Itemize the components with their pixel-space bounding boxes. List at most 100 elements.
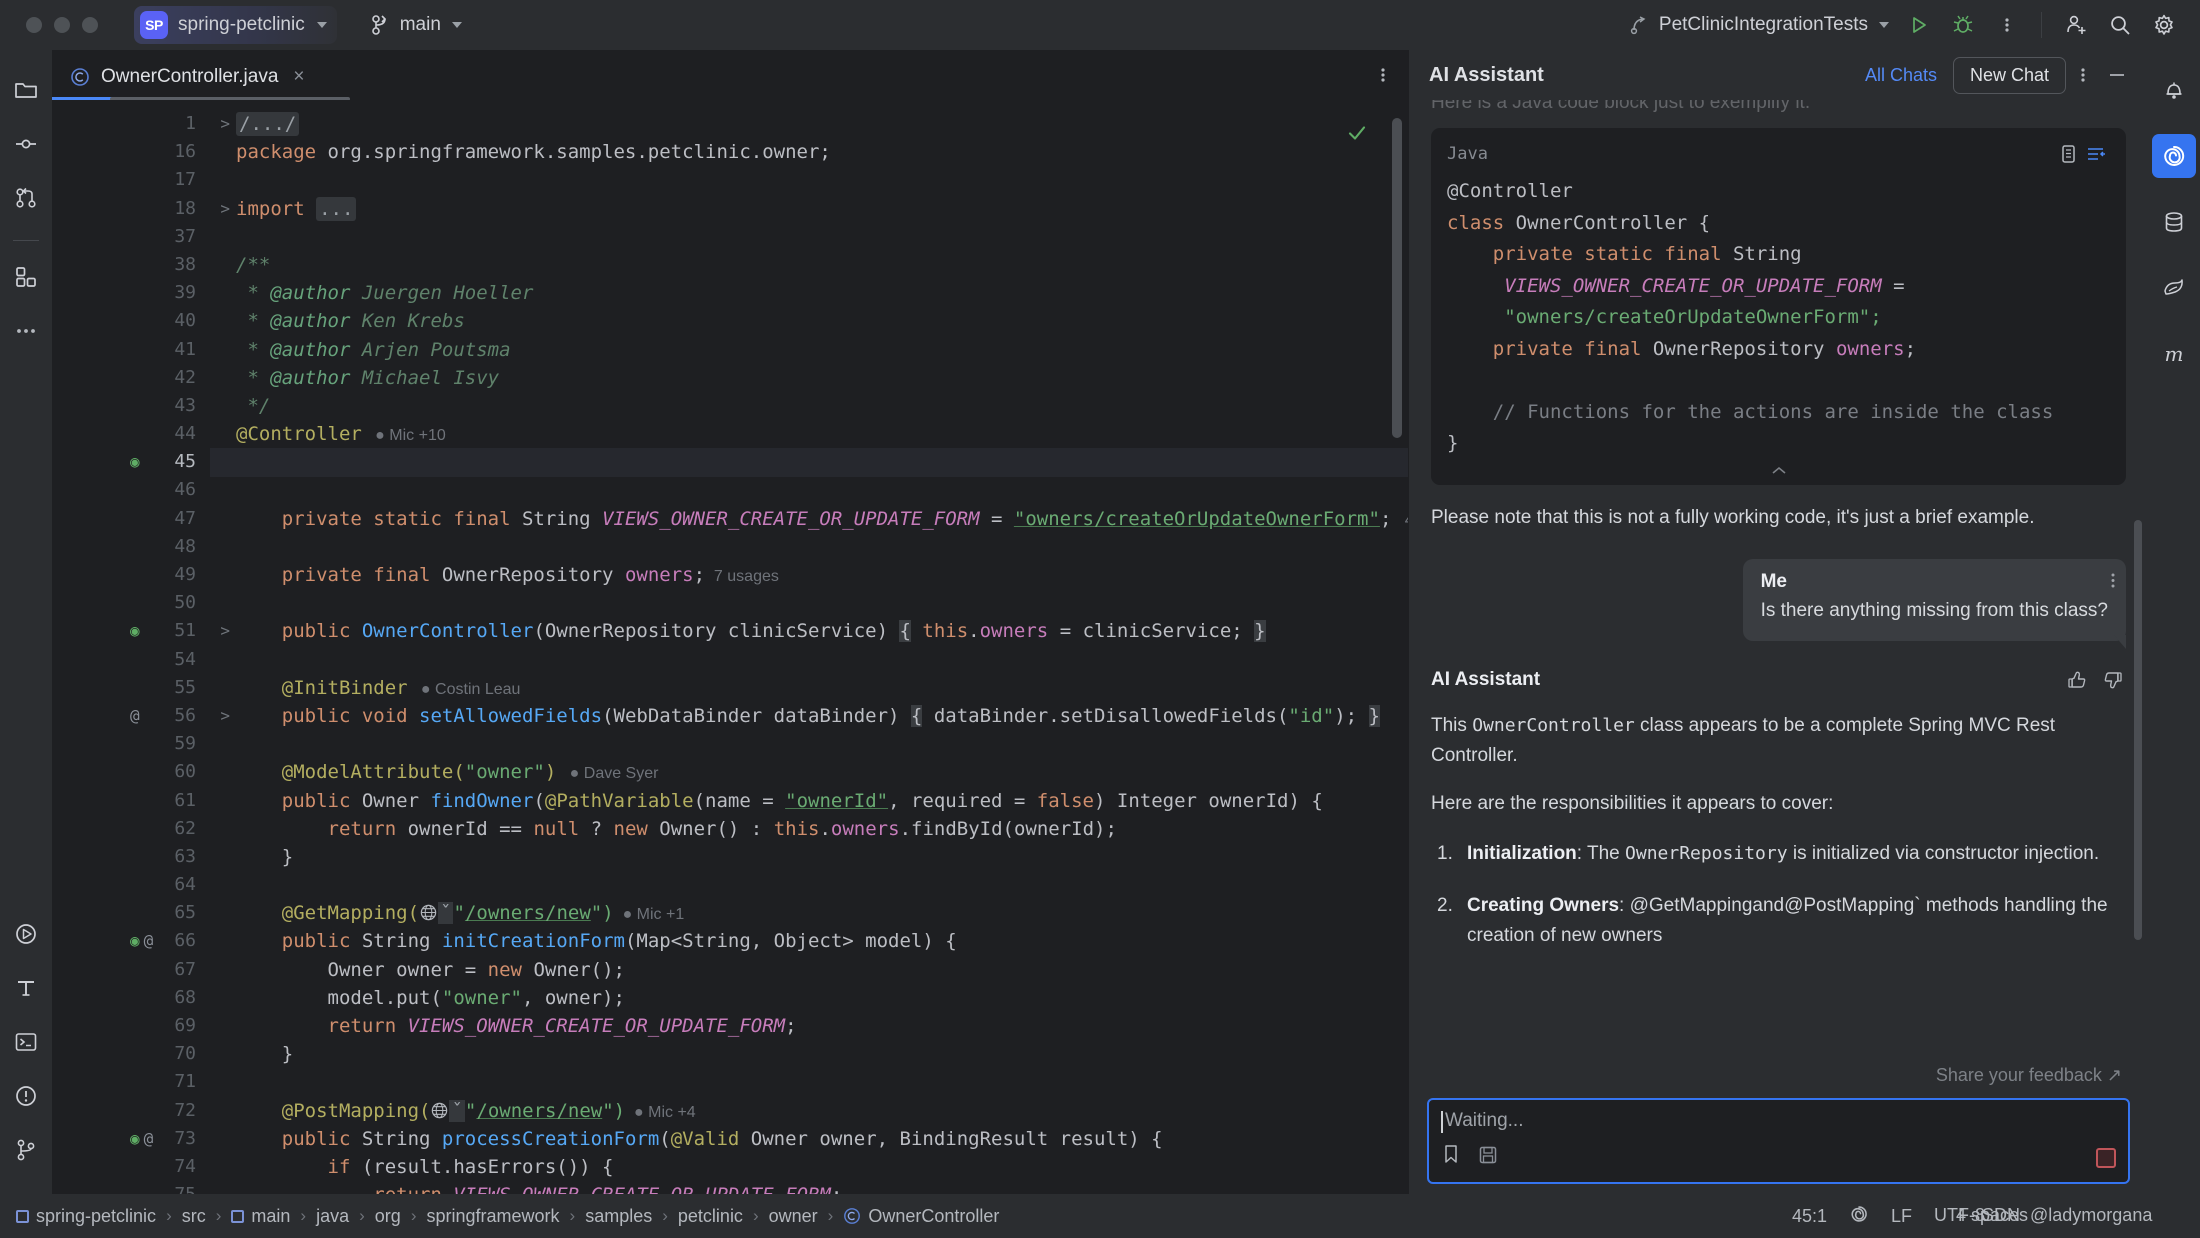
run-configuration-selector[interactable]: PetClinicIntegrationTests <box>1622 10 1897 40</box>
user-message-options-button[interactable] <box>2110 571 2116 591</box>
breadcrumb-item-springframework[interactable]: springframework <box>426 1206 559 1227</box>
code-line-60[interactable]: @ModelAttribute("owner") ● Dave Syer <box>210 758 1408 786</box>
gutter-line-43[interactable]: 43 <box>52 392 210 420</box>
ai-status-icon[interactable] <box>1849 1204 1869 1229</box>
code-editor[interactable]: 1>161718>373839404142434445◉464748495051… <box>52 100 1408 1194</box>
code-line-74[interactable]: if (result.hasErrors()) { <box>210 1153 1408 1181</box>
status-overlap-group[interactable]: UTF-8 4 spaces SDN @ladymorgana <box>1934 1205 2184 1227</box>
gutter-line-56[interactable]: 56@> <box>52 702 210 730</box>
code-line-16[interactable]: package org.springframework.samples.petc… <box>210 138 1408 166</box>
settings-button[interactable] <box>2142 3 2186 47</box>
run-web-gutter-icon[interactable]: ◉@ <box>130 1125 153 1153</box>
gutter-line-72[interactable]: 72 <box>52 1097 210 1125</box>
gutter-line-41[interactable]: 41 <box>52 336 210 364</box>
editor-tabs-more-button[interactable] <box>1380 64 1386 91</box>
code-line-62[interactable]: return ownerId == null ? new Owner() : t… <box>210 815 1408 843</box>
sidebar-item-problems[interactable] <box>4 1074 48 1118</box>
gutter-line-63[interactable]: 63 <box>52 843 210 871</box>
gutter-line-49[interactable]: 49 <box>52 561 210 589</box>
at-gutter-icon[interactable]: @ <box>130 702 140 730</box>
maximize-window-button[interactable] <box>82 17 98 33</box>
run-gutter-icon[interactable]: ◉ <box>130 617 140 645</box>
sidebar-item-more[interactable] <box>4 309 48 353</box>
gutter-line-68[interactable]: 68 <box>52 984 210 1012</box>
gutter-line-46[interactable]: 46 <box>52 476 210 504</box>
code-line-46[interactable] <box>210 476 1408 504</box>
code-line-73[interactable]: public String processCreationForm(@Valid… <box>210 1125 1408 1153</box>
attach-context-button[interactable] <box>1441 1143 1463 1172</box>
sidebar-item-structure[interactable] <box>4 255 48 299</box>
ai-chat-input[interactable]: Waiting... <box>1427 1098 2130 1184</box>
ai-panel-options-button[interactable] <box>2066 58 2100 92</box>
inspection-status-icon[interactable] <box>1346 122 1368 149</box>
code-line-68[interactable]: model.put("owner", owner); <box>210 984 1408 1012</box>
gutter-line-73[interactable]: 73◉@ <box>52 1125 210 1153</box>
code-line-48[interactable] <box>210 533 1408 561</box>
breadcrumb-item-samples[interactable]: samples <box>585 1206 652 1227</box>
gutter-line-74[interactable]: 74 <box>52 1153 210 1181</box>
gutter-line-59[interactable]: 59 <box>52 730 210 758</box>
sidebar-item-database[interactable] <box>2152 200 2196 244</box>
code-line-17[interactable] <box>210 166 1408 194</box>
gutter-line-48[interactable]: 48 <box>52 533 210 561</box>
gutter-line-55[interactable]: 55 <box>52 674 210 702</box>
code-line-1[interactable]: /.../ <box>210 110 1408 138</box>
breadcrumb-item-java[interactable]: java <box>316 1206 349 1227</box>
gutter-line-16[interactable]: 16 <box>52 138 210 166</box>
sidebar-item-run[interactable] <box>4 912 48 956</box>
breadcrumb-item-main[interactable]: main <box>231 1206 290 1227</box>
sidebar-item-project[interactable] <box>4 68 48 112</box>
editor-scrollbar[interactable] <box>1392 118 1402 438</box>
code-line-42[interactable]: * @author Michael Isvy <box>210 364 1408 392</box>
ai-chat-scrollbar[interactable] <box>2134 520 2142 940</box>
gutter-line-40[interactable]: 40 <box>52 307 210 335</box>
sidebar-item-notifications[interactable] <box>2152 68 2196 112</box>
sidebar-item-commit[interactable] <box>4 122 48 166</box>
close-window-button[interactable] <box>26 17 42 33</box>
breadcrumb-item-OwnerController[interactable]: OwnerController <box>843 1206 999 1227</box>
breadcrumb-item-petclinic[interactable]: petclinic <box>678 1206 743 1227</box>
ai-panel-minimize-button[interactable] <box>2100 58 2134 92</box>
run-web-gutter-icon[interactable]: ◉@ <box>130 927 153 955</box>
gutter-line-60[interactable]: 60 <box>52 758 210 786</box>
gutter-line-67[interactable]: 67 <box>52 956 210 984</box>
gutter-line-51[interactable]: 51◉> <box>52 617 210 645</box>
gutter-line-75[interactable]: 75 <box>52 1181 210 1194</box>
code-line-72[interactable]: @PostMapping(ˇ"/owners/new") ● Mic +4 <box>210 1097 1408 1125</box>
gutter-line-61[interactable]: 61 <box>52 787 210 815</box>
breadcrumb-item-src[interactable]: src <box>182 1206 206 1227</box>
code-line-51[interactable]: public OwnerController(OwnerRepository c… <box>210 617 1408 645</box>
more-options-button[interactable] <box>1985 3 2029 47</box>
sidebar-item-pull-requests[interactable] <box>4 176 48 220</box>
share-feedback-link[interactable]: Share your feedback ↗ <box>1936 1065 2122 1085</box>
code-line-64[interactable] <box>210 871 1408 899</box>
sidebar-item-maven[interactable]: m <box>2152 332 2196 376</box>
gutter-line-39[interactable]: 39 <box>52 279 210 307</box>
sidebar-item-ai-assistant[interactable] <box>2152 134 2196 178</box>
code-line-75[interactable]: return VIEWS_OWNER_CREATE_OR_UPDATE_FORM… <box>210 1181 1408 1194</box>
code-line-63[interactable]: } <box>210 843 1408 871</box>
gutter-line-17[interactable]: 17 <box>52 166 210 194</box>
gutter-line-45[interactable]: 45◉ <box>52 448 210 476</box>
breadcrumb-item-spring-petclinic[interactable]: spring-petclinic <box>16 1206 156 1227</box>
search-button[interactable] <box>2098 3 2142 47</box>
code-line-70[interactable]: } <box>210 1040 1408 1068</box>
all-chats-link[interactable]: All Chats <box>1865 65 1937 86</box>
window-controls[interactable] <box>26 17 98 33</box>
code-line-43[interactable]: */ <box>210 392 1408 420</box>
thumbs-down-button[interactable] <box>2100 667 2126 693</box>
editor-code-area[interactable]: /.../package org.springframework.samples… <box>210 100 1408 1194</box>
run-button[interactable] <box>1897 3 1941 47</box>
project-selector[interactable]: SP spring-petclinic <box>134 6 337 44</box>
caret-position[interactable]: 45:1 <box>1792 1206 1827 1227</box>
gutter-line-70[interactable]: 70 <box>52 1040 210 1068</box>
ai-code-collapse-button[interactable] <box>1431 464 2126 485</box>
code-line-66[interactable]: public String initCreationForm(Map<Strin… <box>210 927 1408 955</box>
code-line-69[interactable]: return VIEWS_OWNER_CREATE_OR_UPDATE_FORM… <box>210 1012 1408 1040</box>
run-gutter-icon[interactable]: ◉ <box>130 448 140 476</box>
gutter-line-69[interactable]: 69 <box>52 1012 210 1040</box>
sidebar-item-typography[interactable] <box>4 966 48 1010</box>
close-icon[interactable]: × <box>289 65 308 88</box>
new-chat-button[interactable]: New Chat <box>1953 57 2066 94</box>
breadcrumb-item-owner[interactable]: owner <box>769 1206 818 1227</box>
